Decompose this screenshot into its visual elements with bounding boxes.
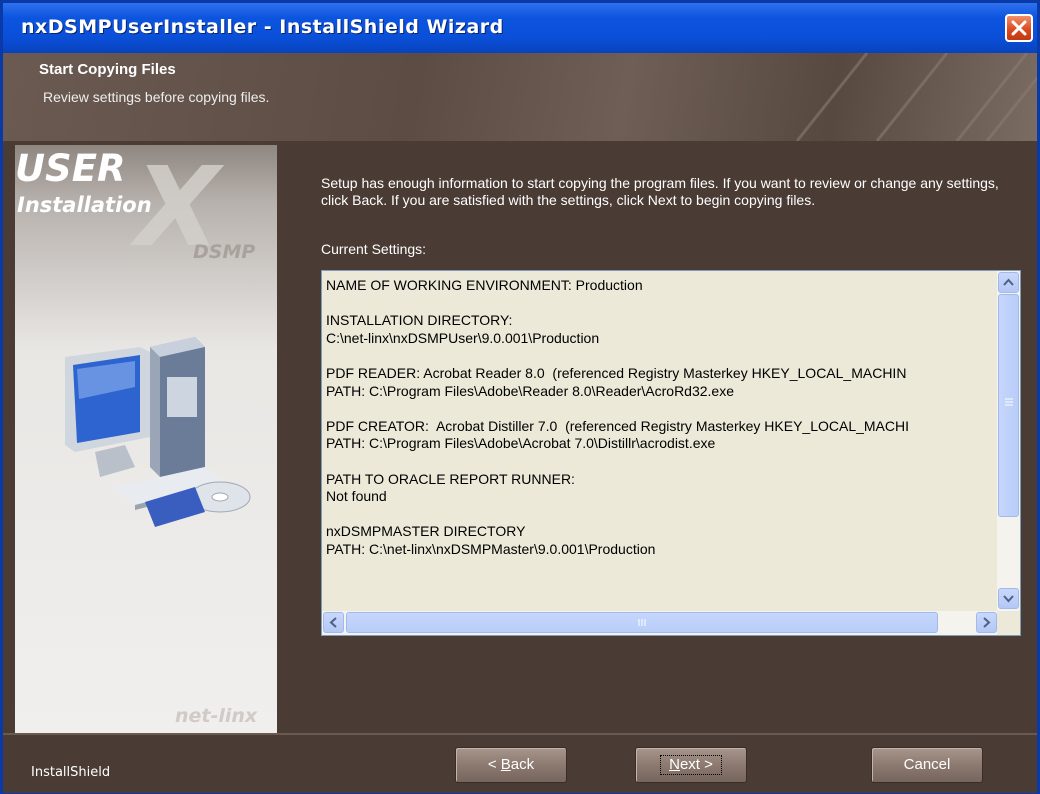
settings-text: NAME OF WORKING ENVIRONMENT: Production … [326, 277, 992, 601]
settings-line [326, 453, 992, 471]
dsmp-logo-text: DSMP [193, 241, 256, 263]
settings-line: nxDSMPMASTER DIRECTORY [326, 523, 526, 540]
header-subtitle: Review settings before copying files. [43, 89, 270, 105]
header-decoration [795, 53, 1037, 141]
scroll-right-button[interactable] [976, 612, 997, 633]
computer-with-cd-icon [65, 337, 251, 527]
chevron-right-icon [983, 617, 991, 628]
horizontal-scrollbar[interactable] [322, 611, 998, 635]
settings-line: INSTALLATION DIRECTORY: [326, 312, 513, 329]
chevron-left-icon [329, 617, 337, 628]
chevron-up-icon [1003, 278, 1014, 286]
close-icon [1011, 20, 1027, 36]
settings-line: NAME OF WORKING ENVIRONMENT: Production [326, 277, 643, 293]
current-settings-textbox[interactable]: NAME OF WORKING ENVIRONMENT: Production … [321, 270, 1021, 636]
net-linx-brand: net-linx [175, 705, 258, 727]
settings-line: PDF CREATOR: Acrobat Distiller 7.0 (refe… [326, 417, 909, 434]
vertical-scrollbar[interactable] [997, 271, 1020, 611]
focus-rectangle [660, 755, 722, 775]
scroll-down-button[interactable] [998, 588, 1019, 609]
wizard-sidebar: X USER Installation DSMP net-linx [15, 143, 277, 733]
horizontal-scroll-thumb[interactable] [346, 612, 938, 633]
settings-line: PATH: C:\Program Files\Adobe\Acrobat 7.0… [326, 435, 716, 452]
wizard-header: Start Copying Files Review settings befo… [3, 53, 1037, 141]
settings-line [326, 400, 992, 418]
vertical-scroll-thumb[interactable] [998, 294, 1019, 517]
wizard-footer: InstallShield < Back Next > Cancel [3, 733, 1037, 793]
window-title: nxDSMPUserInstaller - InstallShield Wiza… [21, 16, 504, 38]
scroll-left-button[interactable] [323, 612, 344, 633]
grip-icon [638, 619, 646, 626]
close-button[interactable] [1005, 14, 1033, 42]
current-settings-label: Current Settings: [321, 241, 427, 257]
installer-window: nxDSMPUserInstaller - InstallShield Wiza… [0, 0, 1040, 794]
settings-line: PATH TO ORACLE REPORT RUNNER: [326, 470, 575, 487]
intro-text: Setup has enough information to start co… [321, 175, 999, 208]
settings-line [326, 506, 992, 524]
settings-line: PDF READER: Acrobat Reader 8.0 (referenc… [326, 364, 907, 381]
scroll-up-button[interactable] [998, 272, 1019, 293]
sidebar-title-user: USER [15, 147, 126, 190]
settings-line [326, 295, 992, 313]
grip-icon [1005, 398, 1013, 406]
chevron-down-icon [1003, 595, 1014, 603]
settings-line: PATH: C:\Program Files\Adobe\Reader 8.0\… [326, 382, 735, 399]
wizard-content: Setup has enough information to start co… [277, 145, 1037, 733]
installshield-brand: InstallShield [31, 765, 111, 780]
settings-line [326, 347, 992, 365]
settings-line: PATH: C:\net-linx\nxDSMPMaster\9.0.001\P… [326, 540, 656, 557]
back-button[interactable]: < Back [455, 747, 567, 783]
settings-line: C:\net-linx\nxDSMPUser\9.0.001\Productio… [326, 329, 600, 346]
next-button[interactable]: Next > [635, 747, 747, 783]
settings-line: Not found [326, 488, 387, 505]
cancel-button[interactable]: Cancel [871, 747, 983, 783]
scroll-corner [997, 611, 1020, 635]
header-title: Start Copying Files [39, 61, 176, 78]
back-button-label: < Back [487, 756, 535, 773]
sidebar-title-installation: Installation [17, 193, 152, 217]
title-bar[interactable]: nxDSMPUserInstaller - InstallShield Wiza… [3, 3, 1037, 53]
